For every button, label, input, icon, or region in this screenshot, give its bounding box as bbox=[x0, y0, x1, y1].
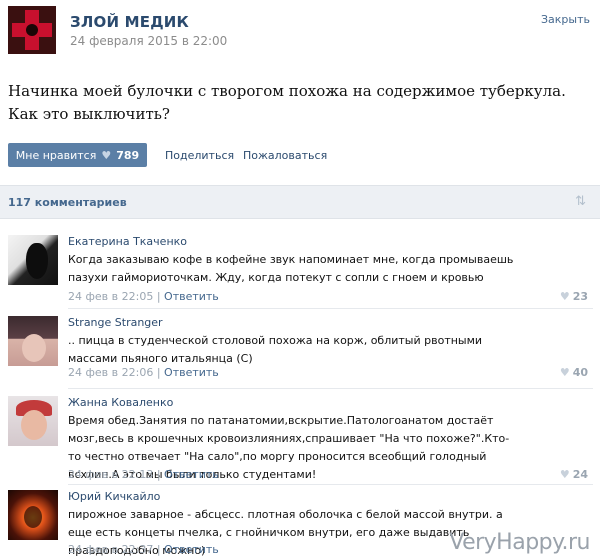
group-avatar[interactable] bbox=[8, 6, 56, 54]
sort-arrows-icon[interactable]: ⇅ bbox=[575, 194, 586, 209]
comment-meta: 24 фев в 22:06 | Ответить bbox=[68, 366, 219, 379]
meta-separator: | bbox=[156, 290, 165, 303]
comment-like-button[interactable]: ♥ 24 bbox=[560, 468, 588, 481]
comment-meta: 24 фев в 22:05 | Ответить bbox=[68, 290, 219, 303]
comment-item: Екатерина Ткаченко Когда заказываю кофе … bbox=[0, 235, 600, 305]
commenter-avatar[interactable] bbox=[8, 490, 58, 540]
divider bbox=[68, 308, 593, 309]
comment-author[interactable]: Юрий Кичкайло bbox=[68, 490, 160, 503]
comment-text: Когда заказываю кофе в кофейне звук напо… bbox=[68, 253, 514, 284]
comment-text: .. пицца в студенческой столовой похожа … bbox=[68, 334, 483, 365]
meta-separator: | bbox=[156, 543, 165, 556]
comment-item: Strange Stranger .. пицца в студенческой… bbox=[0, 316, 600, 386]
like-count: 789 bbox=[116, 148, 140, 162]
share-button[interactable]: Поделиться bbox=[165, 149, 234, 162]
watermark: VeryHappy.ru bbox=[449, 530, 590, 555]
commenter-avatar[interactable] bbox=[8, 316, 58, 366]
avatar-face bbox=[21, 410, 47, 440]
comment-date[interactable]: 24 фев в 22:37 bbox=[68, 543, 153, 556]
skull-icon bbox=[26, 24, 38, 36]
comment-date[interactable]: 24 фев в 22:05 bbox=[68, 290, 153, 303]
post-header: ЗЛОЙ МЕДИК 24 февраля 2015 в 22:00 Закры… bbox=[0, 0, 600, 62]
like-button[interactable]: Мне нравится ♥ 789 bbox=[8, 143, 147, 167]
comment-date[interactable]: 24 фев в 22:13 bbox=[68, 468, 153, 481]
avatar-face bbox=[22, 334, 46, 362]
comment-like-count: 23 bbox=[572, 290, 588, 303]
comment-author[interactable]: Strange Stranger bbox=[68, 316, 163, 329]
close-button[interactable]: Закрыть bbox=[541, 13, 590, 26]
report-button[interactable]: Пожаловаться bbox=[243, 149, 327, 162]
divider bbox=[68, 388, 593, 389]
divider bbox=[68, 484, 593, 485]
group-name-link[interactable]: ЗЛОЙ МЕДИК bbox=[70, 13, 189, 31]
comment-author[interactable]: Екатерина Ткаченко bbox=[68, 235, 187, 248]
comment-date[interactable]: 24 фев в 22:06 bbox=[68, 366, 153, 379]
heart-icon: ♥ bbox=[559, 468, 570, 481]
avatar-face bbox=[24, 506, 42, 528]
comment-author[interactable]: Жанна Коваленко bbox=[68, 396, 173, 409]
reply-button[interactable]: Ответить bbox=[164, 543, 219, 556]
reply-button[interactable]: Ответить bbox=[164, 290, 219, 303]
reply-button[interactable]: Ответить bbox=[164, 366, 219, 379]
comment-like-count: 40 bbox=[572, 366, 588, 379]
reply-button[interactable]: Ответить bbox=[164, 468, 219, 481]
comment-meta: 24 фев в 22:13 | Ответить bbox=[68, 468, 219, 481]
post-date[interactable]: 24 февраля 2015 в 22:00 bbox=[70, 34, 227, 48]
post-text: Начинка моей булочки с творогом похожа н… bbox=[8, 82, 566, 123]
comments-count[interactable]: 117 комментариев bbox=[8, 196, 127, 209]
comment-meta: 24 фев в 22:37 | Ответить bbox=[68, 543, 219, 556]
like-label: Мне нравится bbox=[15, 148, 97, 162]
comment-like-button[interactable]: ♥ 23 bbox=[560, 290, 588, 303]
heart-icon: ♥ bbox=[559, 366, 570, 379]
heart-icon: ♥ bbox=[101, 148, 112, 162]
commenter-avatar[interactable] bbox=[8, 235, 58, 285]
comment-like-count: 24 bbox=[572, 468, 588, 481]
comments-header-bar: 117 комментариев ⇅ bbox=[0, 185, 600, 219]
comment-like-button[interactable]: ♥ 40 bbox=[560, 366, 588, 379]
meta-separator: | bbox=[156, 366, 165, 379]
commenter-avatar[interactable] bbox=[8, 396, 58, 446]
heart-icon: ♥ bbox=[559, 290, 570, 303]
meta-separator: | bbox=[156, 468, 165, 481]
avatar-silhouette bbox=[26, 243, 48, 279]
comment-item: Жанна Коваленко Время обед.Занятия по па… bbox=[0, 396, 600, 486]
